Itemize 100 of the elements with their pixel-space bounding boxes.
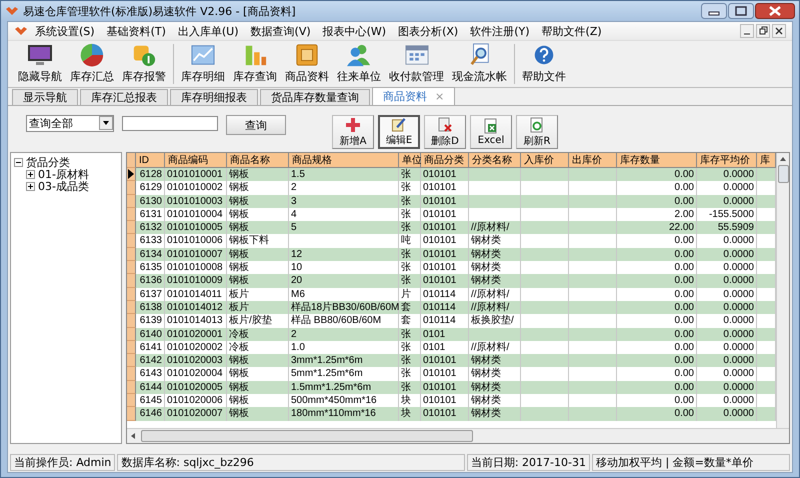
- toolbar-button[interactable]: 现金流水帐: [448, 41, 511, 87]
- table-cell: 张: [401, 169, 411, 180]
- tree-item[interactable]: 01-原材料: [38, 166, 89, 182]
- menu-item[interactable]: 数据查询(V): [246, 24, 316, 38]
- horizontal-scrollbar[interactable]: [127, 428, 789, 443]
- action-button[interactable]: 编辑E: [378, 115, 420, 149]
- expand-icon[interactable]: [26, 170, 35, 178]
- column-header[interactable]: 商品分类: [421, 153, 469, 168]
- toolbar-button[interactable]: 库存明细: [177, 41, 229, 87]
- column-header[interactable]: ID: [136, 153, 165, 168]
- monitor-icon: [26, 43, 54, 67]
- table-cell: 钢材类: [471, 235, 501, 246]
- table-cell: 0.0000: [723, 368, 754, 380]
- menu-item[interactable]: 软件注册(Y): [465, 24, 535, 38]
- query-button[interactable]: 查询: [226, 115, 286, 135]
- table-cell: 500mm*450mm*16: [291, 395, 377, 406]
- search-field[interactable]: [122, 116, 218, 130]
- menu-item[interactable]: 出入库单(U): [172, 24, 244, 38]
- table-cell: 0101010007: [167, 248, 223, 260]
- tab[interactable]: 显示导航: [12, 89, 78, 105]
- table-cell: 010114: [423, 288, 456, 300]
- scroll-thumb[interactable]: [141, 430, 473, 442]
- column-header[interactable]: 分类名称: [469, 153, 521, 168]
- minimize-icon[interactable]: [740, 24, 754, 38]
- toolbar-button[interactable]: 库存查询: [229, 41, 281, 87]
- tab[interactable]: 商品资料 ×: [372, 87, 456, 105]
- action-button[interactable]: Excel: [470, 115, 512, 149]
- column-header[interactable]: 商品编码: [165, 153, 227, 168]
- toolbar-button[interactable]: 商品资料: [281, 41, 333, 87]
- menu-item[interactable]: 系统设置(S): [30, 24, 100, 38]
- scroll-thumb[interactable]: [778, 165, 788, 183]
- tab[interactable]: 库存明细报表: [170, 89, 258, 105]
- table-cell: 6143: [140, 368, 162, 380]
- expand-icon[interactable]: [26, 182, 35, 190]
- toolbar-button[interactable]: 库存报警: [118, 41, 170, 87]
- status-field: 当前日期: 2017-10-31: [466, 454, 590, 471]
- table-cell: 钢材类: [471, 368, 501, 380]
- menu-item[interactable]: 图表分析(X): [393, 24, 464, 38]
- table-cell: 6131: [140, 208, 162, 220]
- tab[interactable]: 货品库存数量查询: [260, 89, 370, 105]
- query-dropdown[interactable]: 查询全部: [26, 114, 114, 132]
- table-cell: 0101014012: [167, 302, 223, 313]
- table-cell: 张: [401, 355, 411, 366]
- column-header[interactable]: 单位: [399, 153, 421, 168]
- collapse-icon[interactable]: [14, 158, 23, 166]
- tree-item[interactable]: 货品分类: [26, 154, 70, 170]
- table-cell: 0.0000: [723, 382, 754, 393]
- table-cell: 0.00: [674, 275, 694, 286]
- table-cell: 0.00: [674, 342, 694, 353]
- minimize-icon[interactable]: [701, 3, 727, 19]
- table-cell: 冷板: [229, 342, 249, 353]
- menu-item[interactable]: 帮助文件(Z): [536, 24, 607, 38]
- menu-item[interactable]: 基础资料(T): [102, 24, 171, 38]
- menu-item[interactable]: 报表中心(W): [318, 24, 392, 38]
- close-icon[interactable]: [755, 3, 795, 19]
- column-header[interactable]: 库存数量: [617, 153, 697, 168]
- column-header[interactable]: 商品名称: [227, 153, 289, 168]
- toolbar-button[interactable]: 隐藏导航: [14, 41, 66, 87]
- table-cell: 010114: [423, 302, 456, 313]
- table-cell: 块: [401, 395, 411, 406]
- table-cell: 6139: [140, 315, 162, 326]
- table-cell: 样品18片BB30/60B/60M: [291, 302, 400, 313]
- table-cell: 钢板: [229, 196, 249, 207]
- column-header[interactable]: 商品规格: [289, 153, 399, 168]
- tree-item[interactable]: 03-成品类: [38, 178, 89, 194]
- toolbar-button[interactable]: 库存汇总: [66, 41, 118, 87]
- table-cell: 0101: [423, 328, 446, 340]
- table-cell: 钢板下料: [229, 235, 269, 246]
- table-cell: 套: [401, 302, 411, 313]
- column-header[interactable]: 库存平均价: [697, 153, 757, 168]
- restore-icon[interactable]: [756, 24, 770, 38]
- toolbar-button[interactable]: 往来单位: [333, 41, 385, 87]
- table-cell: 6136: [140, 275, 162, 286]
- toolbar-button[interactable]: 帮助文件: [518, 41, 570, 87]
- people-icon: [345, 43, 373, 67]
- table-cell: 钢材类: [471, 395, 501, 406]
- table-cell: 钢板: [229, 208, 249, 220]
- action-button[interactable]: 删除D: [424, 115, 466, 149]
- row-header[interactable]: [127, 168, 136, 182]
- close-icon[interactable]: [772, 24, 786, 38]
- table-cell: 0.0000: [723, 196, 754, 207]
- table-cell: 010101: [423, 355, 456, 366]
- table-cell: 钢材类: [471, 275, 501, 286]
- table-cell: 010101: [423, 196, 456, 207]
- column-header[interactable]: 入库价: [521, 153, 569, 168]
- table-cell: 0.0000: [723, 328, 754, 340]
- tab[interactable]: 库存汇总报表: [80, 89, 168, 105]
- column-header[interactable]: 库: [757, 153, 776, 168]
- toolbar-button[interactable]: 收付款管理: [385, 41, 448, 87]
- column-header[interactable]: 出库价: [569, 153, 617, 168]
- action-button[interactable]: 新增A: [332, 115, 374, 149]
- table-cell: 010101: [423, 182, 456, 194]
- table-cell: 板片/胶垫: [229, 315, 272, 326]
- table-cell: 6137: [140, 288, 162, 300]
- table-cell: 6132: [140, 222, 162, 234]
- table-cell: 1.0: [291, 342, 305, 353]
- maximize-icon[interactable]: [728, 3, 754, 19]
- table-cell: 0.00: [674, 315, 694, 326]
- action-button[interactable]: 刷新R: [516, 115, 558, 149]
- vertical-scrollbar[interactable]: [776, 153, 789, 428]
